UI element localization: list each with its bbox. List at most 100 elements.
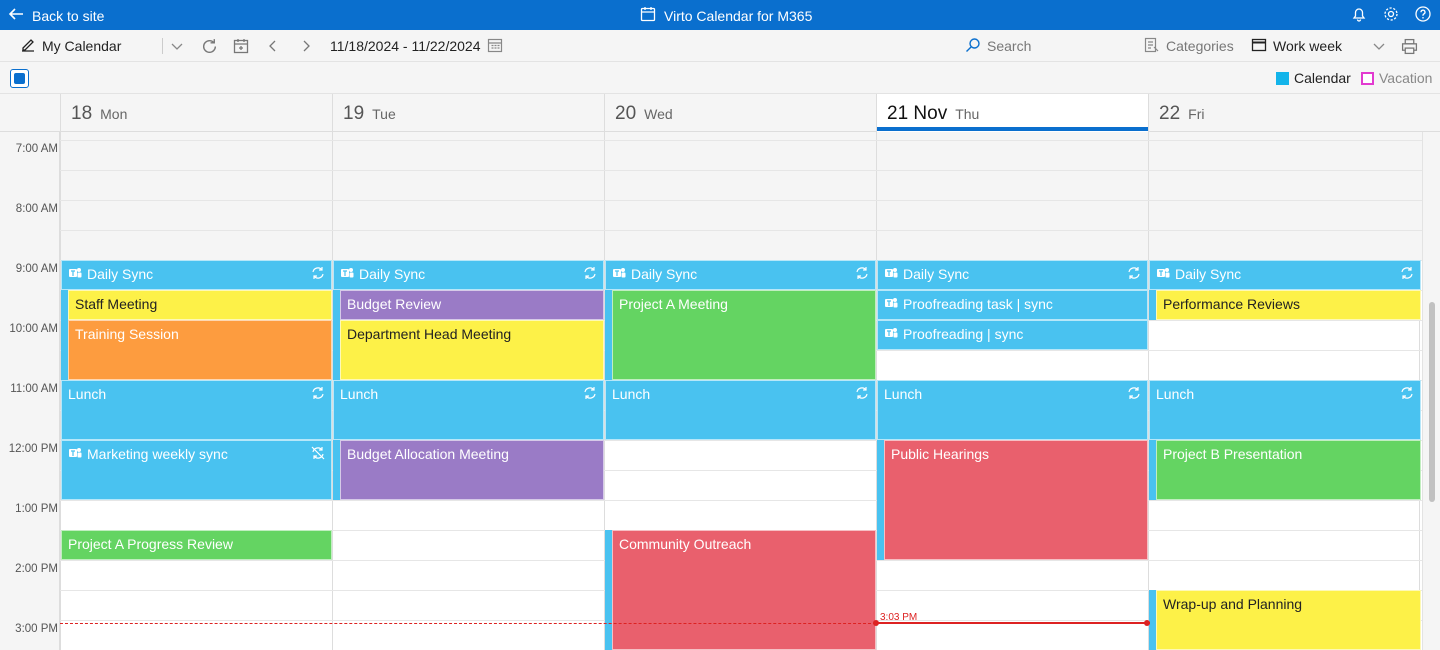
event-lunch-fri[interactable]: Lunch xyxy=(1149,380,1421,440)
recurring-icon xyxy=(311,386,325,403)
event-project-a-progress-review[interactable]: Project A Progress Review xyxy=(61,530,332,560)
event-daily-sync-tue[interactable]: Daily Sync xyxy=(333,260,604,290)
calendar-color-strip xyxy=(877,440,884,560)
bell-icon[interactable] xyxy=(1350,5,1368,23)
event-daily-sync-mon[interactable]: Daily Sync xyxy=(61,260,332,290)
teams-icon xyxy=(68,266,82,283)
legend-item-calendar[interactable]: Calendar xyxy=(1276,70,1351,86)
legend-swatch-calendar xyxy=(1276,71,1289,85)
teams-icon xyxy=(884,266,898,283)
time-label: 12:00 PM xyxy=(8,443,58,455)
grid-line xyxy=(60,140,1422,141)
teams-icon xyxy=(884,326,898,343)
calendar-color-strip xyxy=(1149,290,1156,320)
back-to-site-link[interactable]: Back to site xyxy=(8,6,104,25)
event-department-head-meeting[interactable]: Department Head Meeting xyxy=(340,320,604,380)
current-time-label: 3:03 PM xyxy=(880,612,918,623)
day-header-wed[interactable]: 20 Wed xyxy=(604,94,876,132)
day-number: 19 xyxy=(343,103,365,124)
app-header: Back to site Virto Calendar for M365 xyxy=(0,0,1440,30)
recurring-icon xyxy=(583,266,597,283)
chevron-right-icon[interactable] xyxy=(299,30,313,62)
event-daily-sync-fri[interactable]: Daily Sync xyxy=(1149,260,1421,290)
view-chevron-down-icon[interactable] xyxy=(1372,30,1386,62)
event-training-session[interactable]: Training Session xyxy=(68,320,332,380)
day-header-thu-today[interactable]: 21 Nov Thu xyxy=(876,94,1148,132)
day-weekday: Tue xyxy=(372,106,396,122)
event-title: Daily Sync xyxy=(1175,266,1242,282)
legend-swatch-vacation xyxy=(1361,71,1374,85)
view-selector[interactable]: Work week xyxy=(1251,30,1342,62)
recurring-icon xyxy=(1127,266,1141,283)
event-lunch-thu[interactable]: Lunch xyxy=(877,380,1148,440)
event-title: Performance Reviews xyxy=(1163,296,1300,312)
event-wrap-up-and-planning[interactable]: Wrap-up and Planning xyxy=(1156,590,1421,650)
day-header-fri[interactable]: 22 Fri xyxy=(1148,94,1420,132)
time-label: 2:00 PM xyxy=(15,563,58,575)
gear-icon[interactable] xyxy=(1382,5,1400,23)
event-proofreading-sync[interactable]: Proofreading | sync xyxy=(877,320,1148,350)
day-header-mon[interactable]: 18 Mon xyxy=(60,94,332,132)
event-project-b-presentation[interactable]: Project B Presentation xyxy=(1156,440,1421,500)
chevron-left-icon[interactable] xyxy=(266,30,280,62)
event-community-outreach[interactable]: Community Outreach xyxy=(612,530,876,650)
vertical-scrollbar[interactable] xyxy=(1422,132,1440,650)
teams-icon xyxy=(1156,266,1170,283)
today-icon[interactable] xyxy=(233,30,249,62)
legend-item-vacation[interactable]: Vacation xyxy=(1361,70,1432,86)
day-number: 22 xyxy=(1159,103,1181,124)
event-performance-reviews[interactable]: Performance Reviews xyxy=(1156,290,1421,320)
event-project-a-meeting[interactable]: Project A Meeting xyxy=(612,290,876,380)
print-icon[interactable] xyxy=(1401,30,1418,62)
event-proofreading-task-sync[interactable]: Proofreading task | sync xyxy=(877,290,1148,320)
date-range[interactable]: 11/18/2024 - 11/22/2024 xyxy=(330,30,503,62)
event-lunch-tue[interactable]: Lunch xyxy=(333,380,604,440)
event-budget-allocation-meeting[interactable]: Budget Allocation Meeting xyxy=(340,440,604,500)
edit-icon xyxy=(20,37,36,56)
chevron-down-icon[interactable] xyxy=(170,30,184,62)
event-staff-meeting[interactable]: Staff Meeting xyxy=(68,290,332,320)
scrollbar-thumb[interactable] xyxy=(1429,302,1435,502)
select-all-checkbox[interactable] xyxy=(10,69,29,88)
event-lunch-mon[interactable]: Lunch xyxy=(61,380,332,440)
event-daily-sync-wed[interactable]: Daily Sync xyxy=(605,260,876,290)
search-icon xyxy=(965,37,981,56)
date-picker-icon[interactable] xyxy=(487,37,503,56)
time-label: 3:00 PM xyxy=(15,623,58,635)
search-box[interactable]: Search xyxy=(965,30,1031,62)
categories-icon xyxy=(1144,37,1160,56)
event-marketing-weekly-sync[interactable]: Marketing weekly sync xyxy=(61,440,332,500)
event-title: Marketing weekly sync xyxy=(87,446,228,462)
arrow-left-icon xyxy=(8,6,24,25)
today-indicator xyxy=(877,127,1148,131)
categories-button[interactable]: Categories xyxy=(1144,30,1234,62)
time-column: 7:00 AM 8:00 AM 9:00 AM 10:00 AM 11:00 A… xyxy=(0,132,60,650)
event-title: Daily Sync xyxy=(631,266,698,282)
event-daily-sync-thu[interactable]: Daily Sync xyxy=(877,260,1148,290)
day-header-tue[interactable]: 19 Tue xyxy=(332,94,604,132)
event-title: Training Session xyxy=(75,326,179,342)
event-title: Lunch xyxy=(68,386,107,402)
calendar-color-strip xyxy=(333,290,340,380)
teams-icon xyxy=(884,296,898,313)
grid-line xyxy=(60,230,1422,231)
calendar-view-icon xyxy=(1251,37,1267,56)
calendar-selector[interactable]: My Calendar xyxy=(20,30,121,62)
event-budget-review[interactable]: Budget Review xyxy=(340,290,604,320)
event-title: Lunch xyxy=(612,386,651,402)
help-icon[interactable] xyxy=(1414,5,1432,23)
time-label: 9:00 AM xyxy=(15,263,58,275)
divider xyxy=(162,38,163,54)
legend-label-vacation: Vacation xyxy=(1379,70,1433,86)
refresh-icon[interactable] xyxy=(201,30,218,62)
calendar-color-strip xyxy=(61,290,68,380)
time-label: 10:00 AM xyxy=(9,323,58,335)
event-public-hearings[interactable]: Public Hearings xyxy=(884,440,1148,560)
teams-icon xyxy=(68,446,82,463)
grid-line xyxy=(60,500,1422,501)
event-title: Community Outreach xyxy=(619,536,752,552)
legend-bar: Calendar Vacation xyxy=(0,62,1440,94)
divider xyxy=(604,132,605,260)
recurring-icon xyxy=(1400,266,1414,283)
event-lunch-wed[interactable]: Lunch xyxy=(605,380,876,440)
